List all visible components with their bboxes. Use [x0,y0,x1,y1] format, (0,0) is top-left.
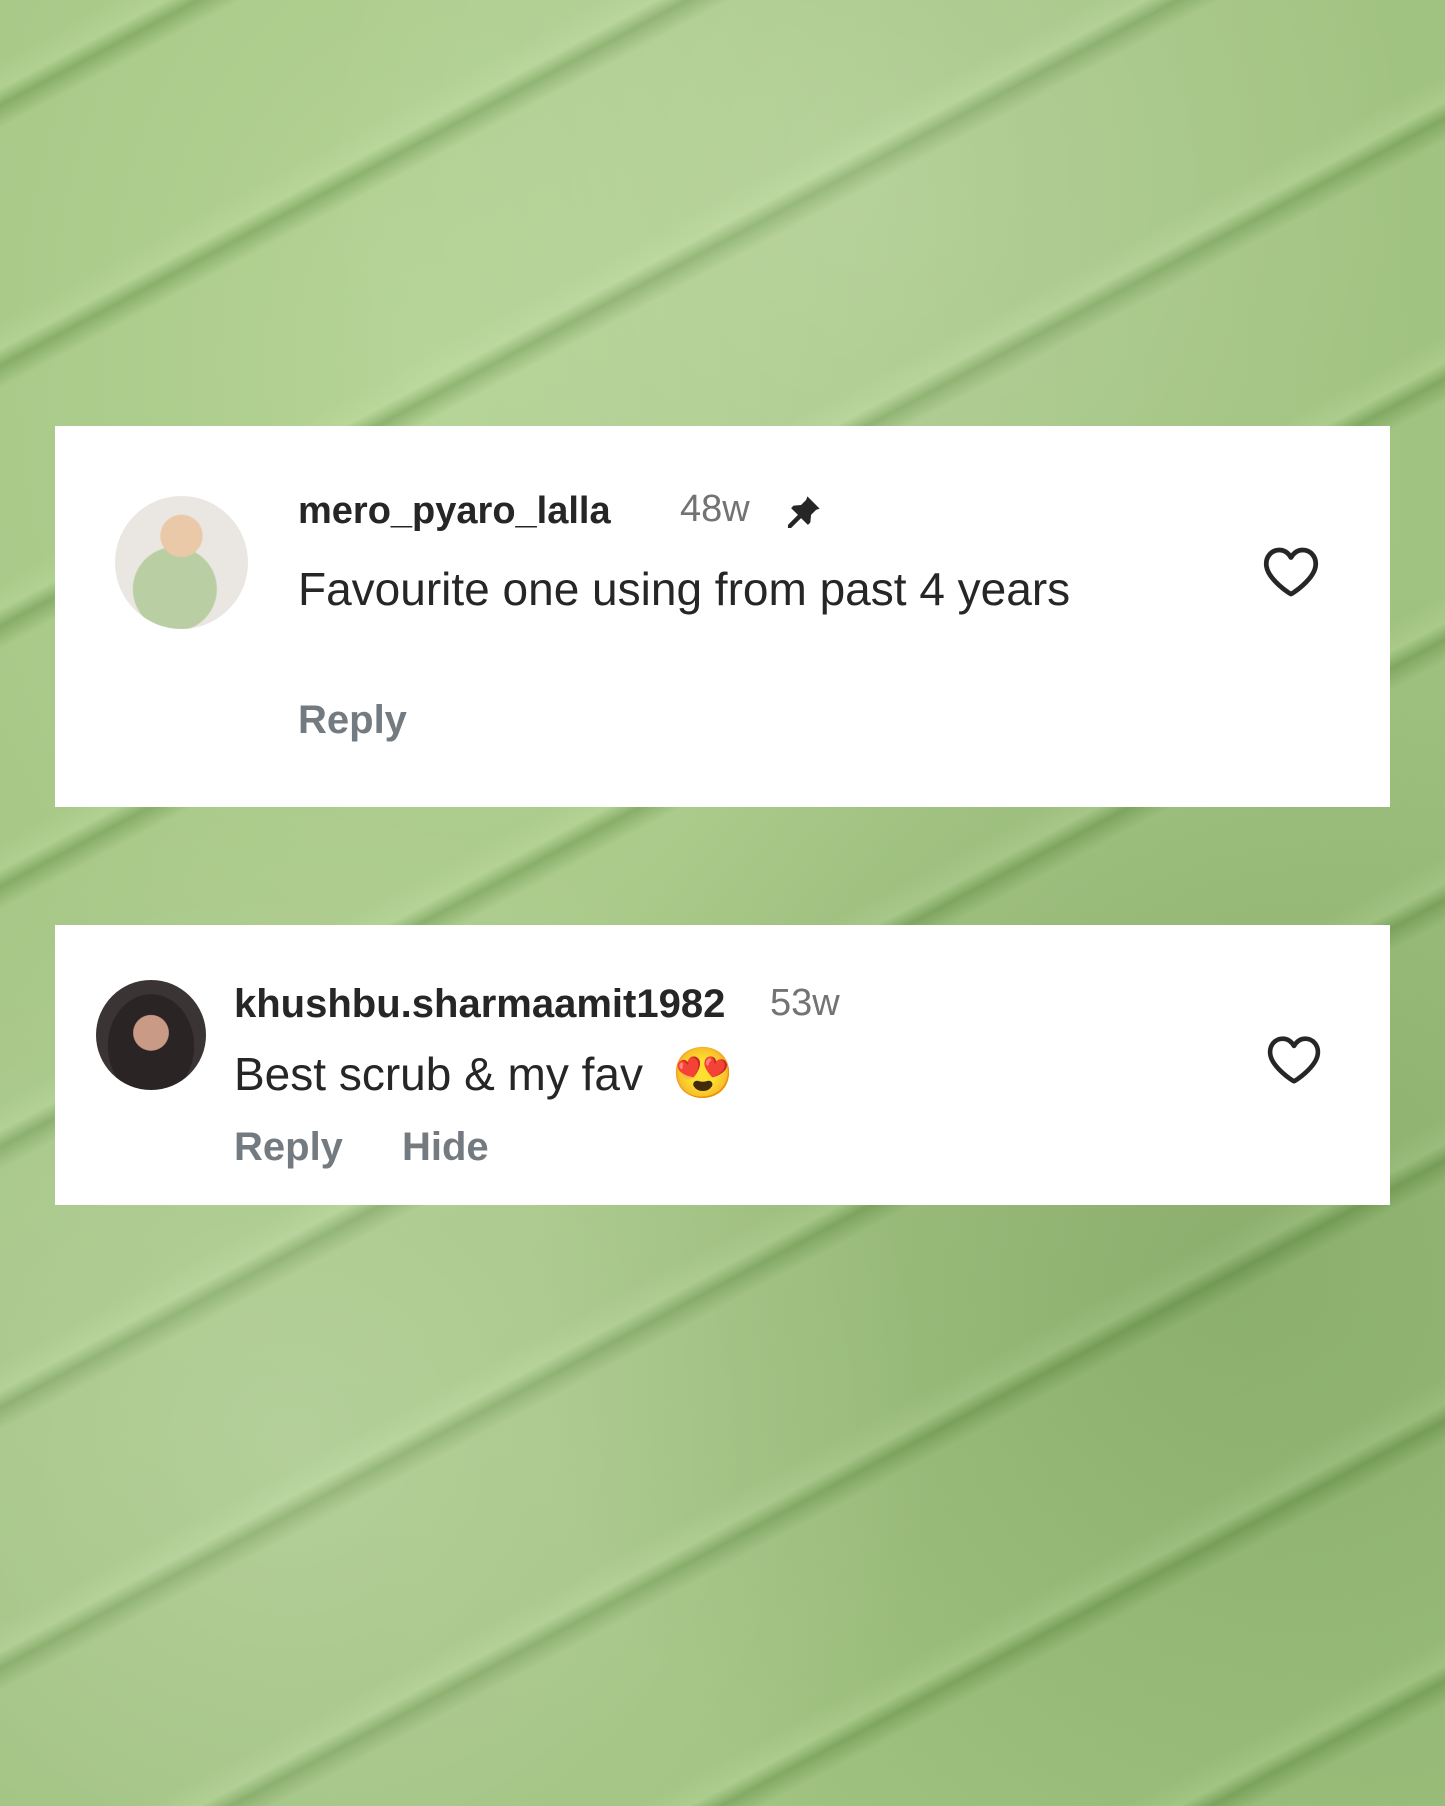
avatar[interactable] [96,980,206,1090]
comment-text: Best scrub & my fav 😍 [234,1045,734,1102]
reply-button[interactable]: Reply [298,698,407,743]
comment-timestamp: 53w [770,982,840,1024]
comment-text: Favourite one using from past 4 years [298,563,1071,615]
comment-username[interactable]: khushbu.sharmaamit1982 [234,982,725,1027]
heart-outline-icon[interactable] [1261,543,1321,599]
pin-icon [787,496,820,529]
hide-button[interactable]: Hide [402,1125,489,1170]
comment-username[interactable]: mero_pyaro_lalla [298,490,611,533]
heart-outline-icon[interactable] [1265,1032,1323,1086]
reply-button[interactable]: Reply [234,1125,343,1170]
comment-timestamp: 48w [680,488,750,530]
comment-text-body: Best scrub & my fav [234,1048,644,1100]
heart-eyes-emoji-icon: 😍 [671,1045,735,1101]
avatar[interactable] [115,496,248,629]
background-photo [0,0,1445,1806]
